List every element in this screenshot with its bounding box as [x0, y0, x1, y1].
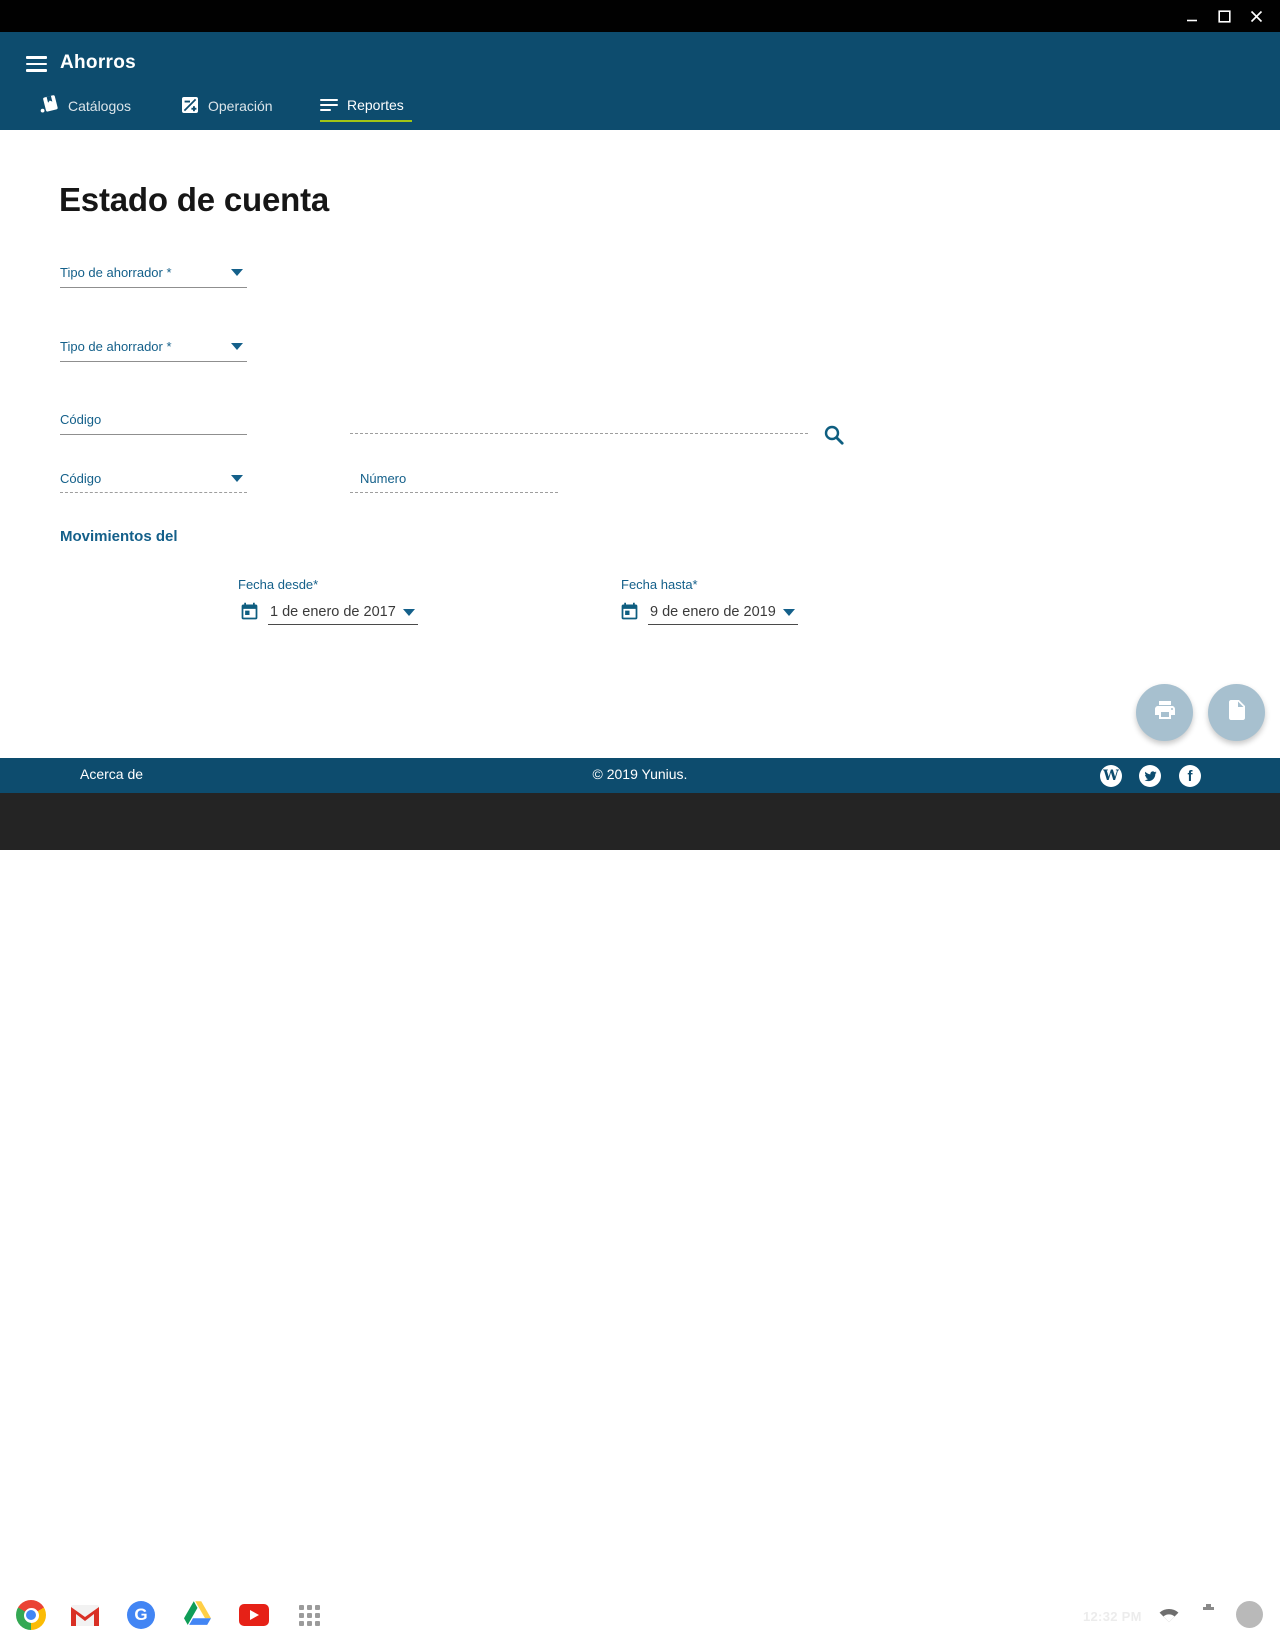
book-icon	[40, 95, 59, 117]
search-input[interactable]	[350, 413, 808, 434]
field-underline	[60, 287, 247, 288]
date-to-value-wrap: 9 de enero de 2019	[648, 603, 798, 625]
minimize-icon[interactable]	[1177, 0, 1207, 32]
document-fab[interactable]	[1208, 684, 1265, 741]
number-input[interactable]: Número	[350, 471, 558, 493]
chrome-icon[interactable]	[16, 1600, 46, 1630]
chevron-down-icon	[231, 269, 243, 276]
print-icon	[1153, 698, 1177, 727]
date-from-label: Fecha desde*	[238, 577, 319, 592]
gmail-icon[interactable]	[71, 1605, 99, 1631]
google-icon[interactable]: G	[127, 1601, 155, 1629]
wifi-icon[interactable]	[1158, 1605, 1180, 1628]
field-underline	[60, 434, 247, 435]
field-label: Código	[60, 471, 102, 486]
search-icon[interactable]	[822, 423, 846, 447]
page-title: Estado de cuenta	[59, 181, 330, 218]
tab-reportes[interactable]: Reportes	[320, 90, 412, 122]
close-icon[interactable]	[1241, 0, 1271, 32]
battery-icon[interactable]	[1203, 1604, 1214, 1622]
tab-operacion[interactable]: Operación	[181, 90, 273, 122]
tab-catalogos[interactable]: Catálogos	[40, 90, 131, 122]
google-drive-icon[interactable]	[184, 1601, 211, 1630]
window-titlebar	[0, 0, 1280, 32]
code-select[interactable]: Código	[60, 471, 247, 493]
chevron-down-icon	[231, 475, 243, 482]
print-fab[interactable]	[1136, 684, 1193, 741]
calendar-icon	[619, 601, 640, 627]
chevron-down-icon	[782, 608, 795, 616]
maximize-icon[interactable]	[1209, 0, 1239, 32]
code-input[interactable]: Código	[60, 412, 247, 435]
main-content: Estado de cuenta Tipo de ahorrador * Tip…	[0, 130, 1280, 758]
section-title: Movimientos del	[60, 528, 178, 545]
document-icon	[1225, 698, 1249, 727]
field-label: Tipo de ahorrador *	[60, 265, 172, 280]
youtube-icon[interactable]	[239, 1604, 269, 1626]
chevron-down-icon	[402, 608, 415, 616]
field-underline	[350, 492, 558, 493]
date-to-value: 9 de enero de 2019	[650, 604, 776, 620]
clock[interactable]: 12:32 PM	[1083, 1609, 1142, 1624]
avatar[interactable]	[1236, 1601, 1263, 1628]
wordpress-icon[interactable]: W	[1100, 765, 1122, 787]
field-underline	[60, 361, 247, 362]
taskbar: G 12:32 PM	[0, 793, 1280, 1630]
field-label: Tipo de ahorrador *	[60, 339, 172, 354]
date-to-picker[interactable]: 9 de enero de 2019	[619, 601, 798, 627]
tab-label: Operación	[208, 98, 273, 114]
app-title: Ahorros	[60, 52, 136, 73]
date-to-label: Fecha hasta*	[621, 577, 698, 592]
field-label: Código	[60, 412, 102, 427]
field-label: Número	[360, 471, 407, 486]
date-from-value: 1 de enero de 2017	[270, 604, 396, 620]
exposure-icon	[181, 96, 199, 117]
date-from-picker[interactable]: 1 de enero de 2017	[239, 601, 418, 627]
calendar-icon	[239, 601, 260, 627]
twitter-icon[interactable]	[1139, 765, 1161, 787]
app-bar: Ahorros Catálogos Operación Reportes	[0, 32, 1280, 130]
footer: Acerca de © 2019 Yunius. W f	[0, 758, 1280, 793]
saver-type-select-1[interactable]: Tipo de ahorrador *	[60, 265, 247, 288]
field-underline	[60, 492, 247, 493]
menu-icon[interactable]	[26, 56, 47, 72]
tab-label: Catálogos	[68, 98, 132, 114]
chevron-down-icon	[231, 343, 243, 350]
date-from-value-wrap: 1 de enero de 2017	[268, 603, 418, 625]
lines-icon	[320, 98, 338, 112]
saver-type-select-2[interactable]: Tipo de ahorrador *	[60, 339, 247, 362]
tab-label: Reportes	[347, 97, 404, 113]
app-launcher-icon[interactable]	[299, 1605, 320, 1626]
copyright-text: © 2019 Yunius.	[592, 766, 688, 782]
facebook-icon[interactable]: f	[1179, 765, 1201, 787]
